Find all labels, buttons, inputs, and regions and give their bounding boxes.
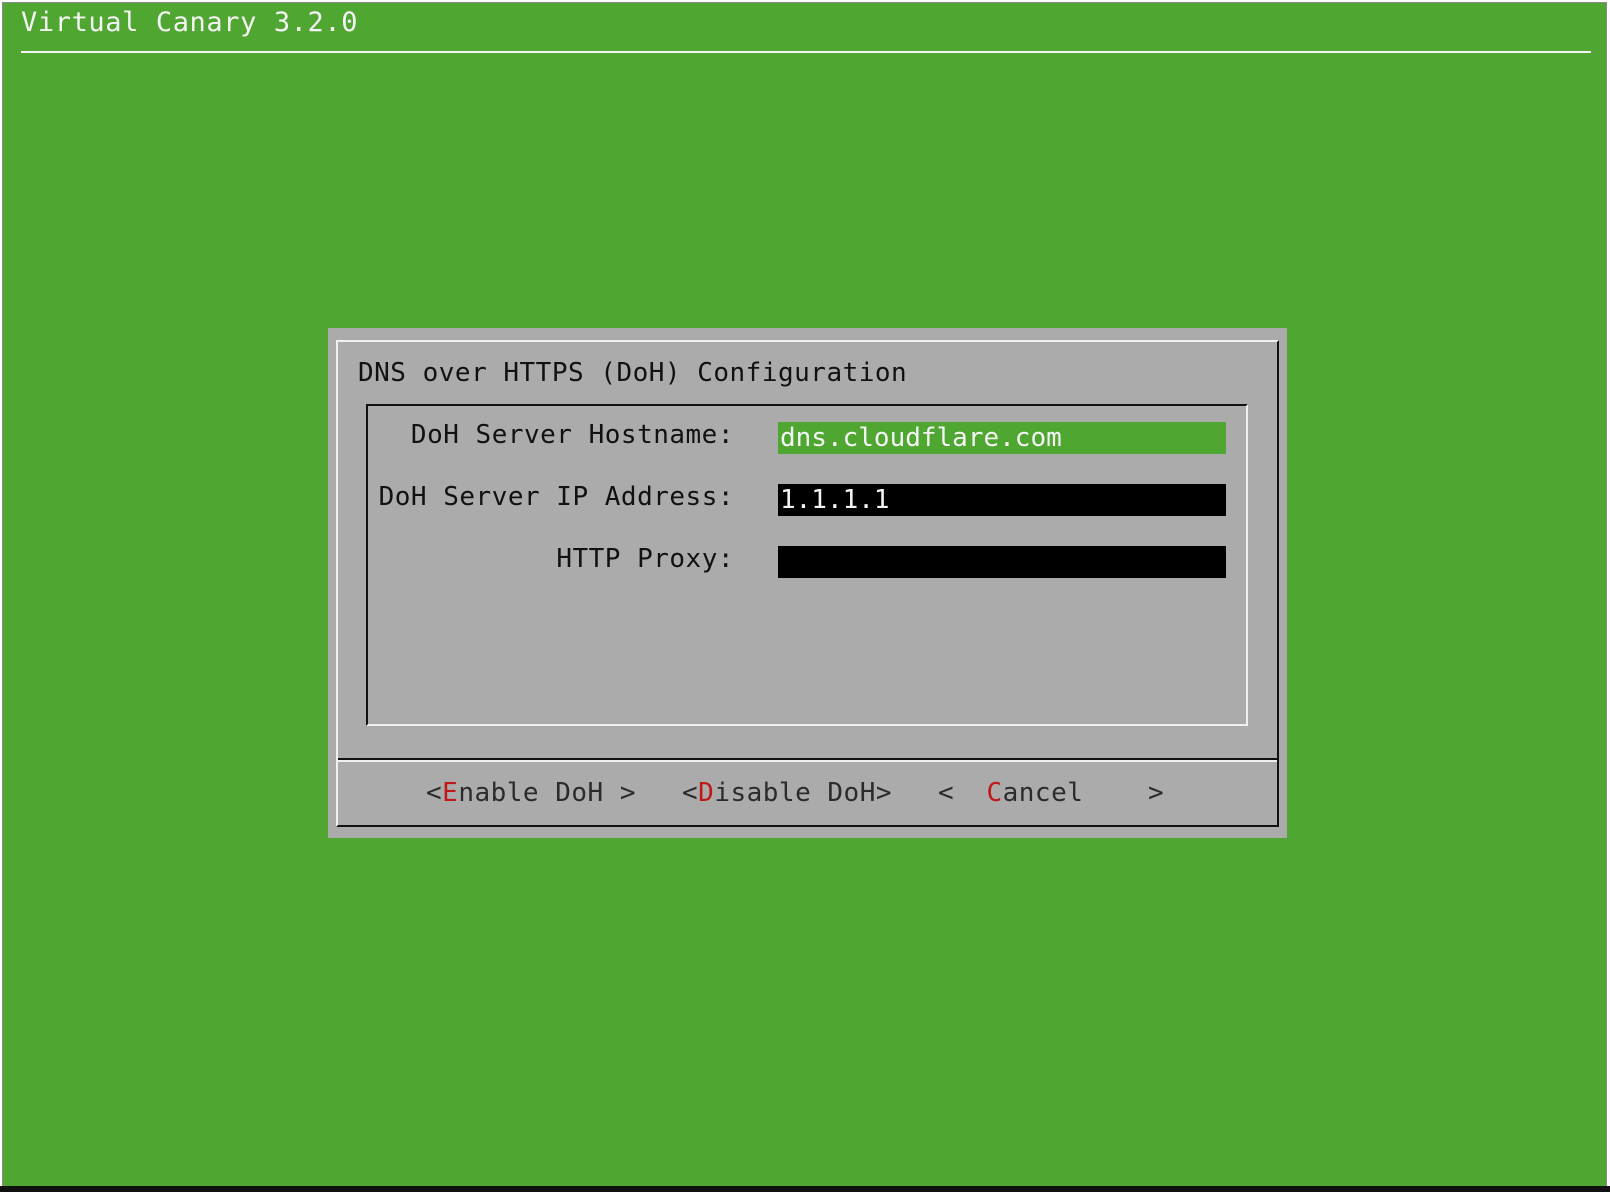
enable-doh-button[interactable]: <Enable DoH > bbox=[426, 778, 636, 808]
ip-address-input[interactable]: 1.1.1.1 bbox=[778, 484, 1226, 516]
http-proxy-label: HTTP Proxy: bbox=[556, 544, 734, 574]
terminal-screen: Virtual Canary 3.2.0 DNS over HTTPS (DoH… bbox=[2, 2, 1607, 1188]
cancel-button[interactable]: < Cancel > bbox=[938, 778, 1164, 808]
dialog-title: DNS over HTTPS (DoH) Configuration bbox=[358, 358, 908, 388]
http-proxy-input[interactable] bbox=[778, 546, 1226, 578]
app-title: Virtual Canary 3.2.0 bbox=[21, 7, 359, 38]
hostname-label: DoH Server Hostname: bbox=[410, 420, 734, 450]
hostname-input[interactable]: dns.cloudflare.com bbox=[778, 422, 1226, 454]
form-box: DoH Server Hostname: dns.cloudflare.com … bbox=[366, 404, 1248, 726]
disable-doh-button[interactable]: <Disable DoH> bbox=[682, 778, 892, 808]
window-bottom-edge bbox=[0, 1186, 1610, 1192]
title-divider bbox=[21, 51, 1591, 53]
doh-config-dialog: DNS over HTTPS (DoH) Configuration DoH S… bbox=[328, 328, 1287, 838]
button-area-divider bbox=[338, 760, 1277, 762]
ip-address-label: DoH Server IP Address: bbox=[378, 482, 734, 512]
